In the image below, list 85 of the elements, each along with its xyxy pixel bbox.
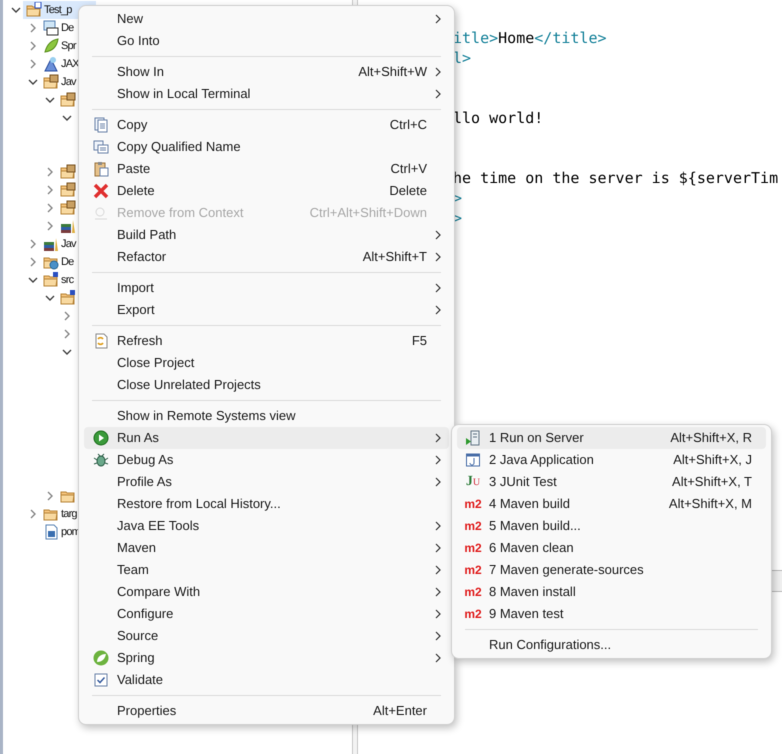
collapsed-chevron-icon[interactable]: [45, 491, 55, 501]
collapsed-chevron-icon[interactable]: [28, 509, 38, 519]
bug-icon: [92, 452, 108, 468]
menu-item[interactable]: m2 9 Maven test: [457, 603, 766, 625]
maven-icon: m2: [464, 542, 482, 554]
menu-item[interactable]: Maven: [84, 537, 449, 559]
collapsed-chevron-icon[interactable]: [62, 311, 72, 321]
collapsed-chevron-icon[interactable]: [28, 257, 38, 267]
spring-leaf-icon: [92, 650, 108, 666]
server-run-icon: [465, 430, 481, 446]
menu-item[interactable]: m2 6 Maven clean: [457, 537, 766, 559]
delete-icon: [92, 183, 108, 199]
package-folder-icon: [60, 164, 76, 180]
menu-item[interactable]: Team: [84, 559, 449, 581]
expanded-chevron-icon[interactable]: [11, 5, 21, 15]
collapsed-chevron-icon[interactable]: [62, 329, 72, 339]
expanded-chevron-icon[interactable]: [28, 77, 38, 87]
expanded-chevron-icon[interactable]: [62, 347, 72, 357]
menu-item[interactable]: Debug As: [84, 449, 449, 471]
collapsed-chevron-icon[interactable]: [45, 203, 55, 213]
collapsed-chevron-icon[interactable]: [45, 185, 55, 195]
package-folder-icon: [43, 74, 59, 90]
source-folder-icon: [43, 272, 59, 288]
run-icon: [92, 430, 108, 446]
menu-item[interactable]: Refresh F5: [84, 330, 449, 352]
collapsed-chevron-icon[interactable]: [45, 167, 55, 177]
copy-icon: [92, 139, 108, 155]
menu-item[interactable]: 2 Java Application Alt+Shift+X, J: [457, 449, 766, 471]
menu-item[interactable]: m2 5 Maven build...: [457, 515, 766, 537]
menu-item[interactable]: JU 3 JUnit Test Alt+Shift+X, T: [457, 471, 766, 493]
leaf-icon: [43, 38, 59, 54]
menu-item[interactable]: Compare With: [84, 581, 449, 603]
menu-item[interactable]: Copy Ctrl+C: [84, 114, 449, 136]
menu-item[interactable]: Configure: [84, 603, 449, 625]
webservice-icon: [43, 56, 59, 72]
code-text: llo world!: [453, 108, 544, 128]
maven-icon: m2: [464, 498, 482, 510]
collapsed-chevron-icon[interactable]: [45, 221, 55, 231]
menu-item[interactable]: Properties Alt+Enter: [84, 700, 449, 722]
source-folder-icon: [60, 290, 76, 306]
menu-item[interactable]: Show in Remote Systems view: [84, 405, 449, 427]
collapsed-chevron-icon[interactable]: [28, 41, 38, 51]
copy-icon: [92, 117, 108, 133]
descriptor-icon: [43, 20, 59, 36]
paste-icon: [92, 161, 108, 177]
menu-item[interactable]: m2 7 Maven generate-sources: [457, 559, 766, 581]
expanded-chevron-icon[interactable]: [45, 95, 55, 105]
maven-icon: m2: [464, 564, 482, 576]
maven-icon: m2: [464, 520, 482, 532]
maven-icon: m2: [464, 608, 482, 620]
expanded-chevron-icon[interactable]: [45, 293, 55, 303]
html-tag: l>: [453, 48, 472, 68]
menu-item[interactable]: Run Configurations...: [457, 634, 766, 656]
menu-item[interactable]: Run As: [84, 427, 449, 449]
package-folder-icon: [60, 182, 76, 198]
menu-item[interactable]: Paste Ctrl+V: [84, 158, 449, 180]
checkbox-icon: [92, 672, 108, 688]
window-icon: [465, 452, 481, 468]
menu-item[interactable]: m2 4 Maven build Alt+Shift+X, M: [457, 493, 766, 515]
collapsed-chevron-icon[interactable]: [28, 59, 38, 69]
refresh-icon: [92, 333, 108, 349]
maven-icon: m2: [464, 586, 482, 598]
maven-file-icon: [43, 524, 59, 540]
menu-item[interactable]: Validate: [84, 669, 449, 691]
junit-icon: JU: [466, 475, 480, 489]
menu-item[interactable]: m2 8 Maven install: [457, 581, 766, 603]
remove-icon: [92, 205, 108, 221]
package-folder-icon: [60, 200, 76, 216]
menu-item[interactable]: Copy Qualified Name: [84, 136, 449, 158]
menu-item[interactable]: Profile As: [84, 471, 449, 493]
package-folder-icon: [60, 92, 76, 108]
menu-item[interactable]: Export: [84, 299, 449, 321]
collapsed-chevron-icon[interactable]: [28, 239, 38, 249]
menu-item[interactable]: 1 Run on Server Alt+Shift+X, R: [457, 427, 766, 449]
code-text: Home: [498, 28, 534, 48]
menu-item[interactable]: Delete Delete: [84, 180, 449, 202]
html-tag: </title>: [534, 28, 607, 48]
menu-item[interactable]: Close Unrelated Projects: [84, 374, 449, 396]
expanded-chevron-icon[interactable]: [62, 113, 72, 123]
expanded-chevron-icon[interactable]: [28, 275, 38, 285]
menu-item[interactable]: Close Project: [84, 352, 449, 374]
menu-item[interactable]: Spring: [84, 647, 449, 669]
html-tag: itle>: [453, 28, 498, 48]
menu-item[interactable]: Source: [84, 625, 449, 647]
collapsed-chevron-icon[interactable]: [28, 23, 38, 33]
